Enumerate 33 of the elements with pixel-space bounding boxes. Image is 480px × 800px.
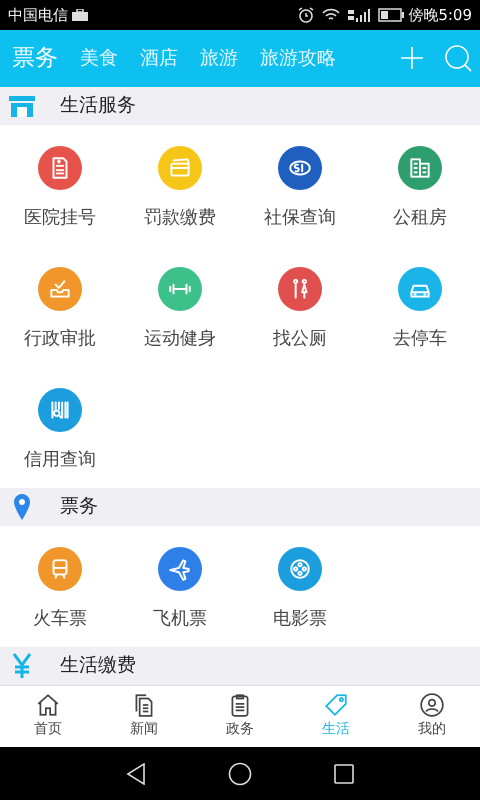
section-title: 生活服务 [60, 93, 136, 118]
service-item[interactable]: 行政审批 [0, 246, 120, 367]
section-title: 票务 [60, 494, 98, 520]
clock-time: 傍晚5:09 [408, 4, 472, 26]
service-item[interactable]: 社保查询 [240, 124, 360, 246]
service-item[interactable]: 运动健身 [120, 246, 240, 367]
nav-tab[interactable]: 新闻 [96, 686, 192, 748]
service-item[interactable]: 电影票 [240, 526, 360, 647]
signal-icon [348, 8, 370, 22]
nav-tab[interactable]: 我的 [384, 686, 480, 748]
home-button-icon[interactable] [228, 762, 252, 786]
service-item[interactable]: 医院挂号 [0, 124, 120, 246]
carrier-name: 中国电信 [8, 4, 68, 26]
nav-tab[interactable]: 政务 [192, 686, 288, 748]
location-pin-icon [12, 492, 32, 521]
briefcase-icon [72, 8, 88, 21]
battery-icon [378, 8, 404, 22]
storefront-icon [8, 94, 36, 118]
alarm-icon [298, 6, 314, 23]
service-item[interactable]: 飞机票 [120, 526, 240, 647]
service-item[interactable]: 公租房 [360, 124, 480, 246]
section-title: 生活缴费 [60, 653, 136, 678]
wifi-icon [322, 8, 340, 22]
back-icon[interactable] [126, 762, 146, 785]
service-item[interactable]: 火车票 [0, 526, 120, 647]
service-item[interactable]: 去停车 [360, 246, 480, 367]
nav-tab[interactable]: 首页 [0, 686, 96, 748]
service-item[interactable]: 信用查询 [0, 366, 120, 488]
service-item[interactable]: 找公厕 [240, 246, 360, 367]
service-item[interactable]: 罚款缴费 [120, 124, 240, 246]
user-icon [418, 692, 446, 718]
yen-icon [12, 652, 32, 679]
recents-icon[interactable] [334, 764, 354, 784]
